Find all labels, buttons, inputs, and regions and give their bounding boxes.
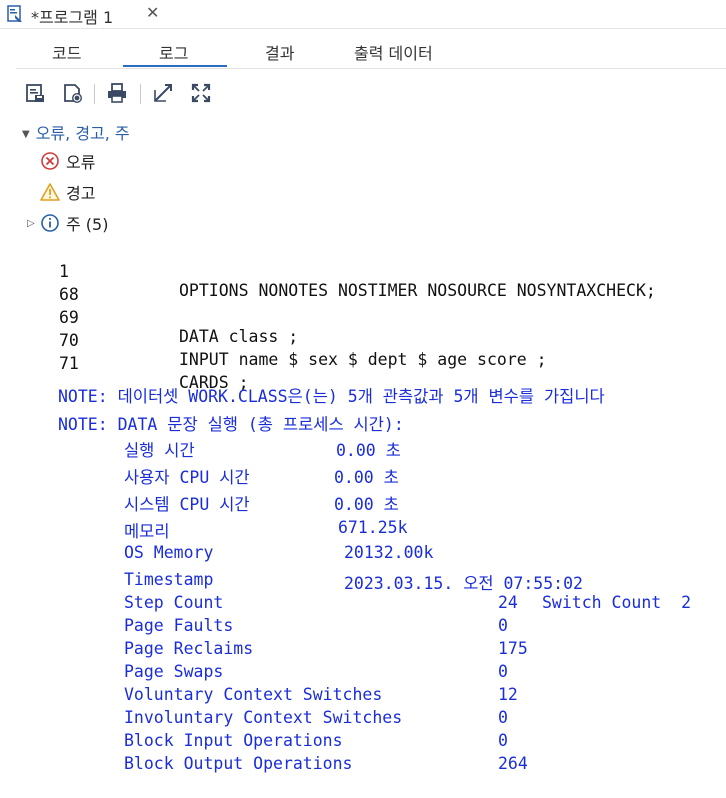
line-number: 1	[59, 262, 69, 281]
error-icon	[41, 152, 59, 170]
note-dataset-created: NOTE: 데이터셋 WORK.CLASS은(는) 5개 관측값과 5개 변수를…	[58, 387, 605, 406]
line-code: DATA class ;	[179, 327, 299, 346]
stat-value: 0	[498, 616, 508, 635]
tree-item-errors[interactable]: 오류	[40, 149, 95, 173]
document-tab-bar: *프로그램 1 ✕	[0, 0, 726, 29]
stat-label: 메모리	[124, 522, 170, 541]
stat-value: 0.00 초	[334, 468, 399, 487]
save-log-icon[interactable]	[24, 82, 46, 104]
tree-item-label: 오류	[66, 153, 96, 172]
tree-item-label: 주 (5)	[66, 215, 109, 234]
stat-extra: Switch Count 2	[542, 593, 692, 612]
stat-label: 사용자 CPU 시간	[124, 468, 250, 487]
tree-item-label: 경고	[66, 184, 96, 203]
messages-tree-header[interactable]: ▼ 오류, 경고, 주	[22, 120, 130, 144]
stat-label: 실행 시간	[124, 441, 195, 460]
stat-value: 0.00 초	[336, 441, 401, 460]
stat-label: Timestamp	[124, 570, 214, 589]
save-html-icon[interactable]	[62, 82, 84, 104]
line-number: 70	[59, 331, 79, 350]
tree-item-warnings[interactable]: 경고	[40, 180, 95, 204]
stat-value: 0	[498, 731, 508, 750]
tab-code[interactable]: 코드	[52, 40, 81, 64]
stat-label: Involuntary Context Switches	[124, 708, 403, 727]
stat-label: Page Reclaims	[124, 639, 254, 658]
print-icon[interactable]	[106, 82, 128, 104]
stat-value: 671.25k	[338, 518, 408, 537]
expand-caret-icon[interactable]: ▷	[27, 218, 35, 229]
stat-value: 0.00 초	[334, 495, 399, 514]
line-number: 69	[59, 308, 79, 327]
stat-value: 0	[498, 662, 508, 681]
stat-value: 20132.00k	[344, 543, 434, 562]
source-line: 71 CARDS ;	[0, 335, 249, 411]
stat-label: Block Input Operations	[124, 731, 343, 750]
toolbar-separator	[140, 84, 141, 104]
stat-label: Block Output Operations	[124, 754, 353, 773]
stat-label: Step Count	[124, 593, 224, 612]
log-output: 1 OPTIONS NONOTES NOSTIMER NOSOURCE NOSY…	[0, 0, 691, 798]
stat-value: 12	[498, 685, 518, 704]
stat-value: 2023.03.15. 오전 07:55:02	[344, 574, 583, 593]
tab-log[interactable]: 로그	[159, 40, 188, 64]
program-tab[interactable]: *프로그램 1 ✕	[0, 0, 172, 28]
stat-value: 0	[498, 708, 508, 727]
stat-label: OS Memory	[124, 543, 214, 562]
active-tab-indicator	[123, 65, 227, 67]
tab-output-data[interactable]: 출력 데이터	[354, 40, 433, 64]
messages-tree-label: 오류, 경고, 주	[35, 124, 130, 143]
line-code: OPTIONS NONOTES NOSTIMER NOSOURCE NOSYNT…	[179, 281, 656, 300]
collapse-caret-icon[interactable]: ▼	[22, 129, 30, 140]
view-tabs: 코드 로그 결과 출력 데이터	[16, 28, 726, 69]
open-external-icon[interactable]	[152, 82, 174, 104]
tree-item-notes[interactable]: ▷ 주 (5)	[27, 211, 109, 235]
line-number: 71	[59, 354, 79, 373]
stat-label: Page Swaps	[124, 662, 224, 681]
line-code: INPUT name $ sex $ dept $ age score ;	[179, 350, 547, 369]
note-data-step: NOTE: DATA 문장 실행 (총 프로세스 시간):	[58, 415, 404, 434]
log-toolbar	[24, 82, 324, 106]
tab-results[interactable]: 결과	[265, 40, 294, 64]
stat-label: Page Faults	[124, 616, 234, 635]
line-number: 68	[59, 285, 79, 304]
stat-value: 24	[498, 593, 518, 612]
stat-value: 264	[498, 754, 528, 773]
warning-icon	[40, 183, 60, 201]
program-tab-title: *프로그램 1	[31, 8, 114, 27]
toolbar-separator	[94, 84, 95, 104]
stat-label: 시스템 CPU 시간	[124, 495, 250, 514]
close-tab-icon[interactable]: ✕	[146, 3, 159, 22]
stat-label: Voluntary Context Switches	[124, 685, 383, 704]
info-icon	[41, 214, 59, 232]
stat-value: 175	[498, 639, 528, 658]
maximize-icon[interactable]	[190, 82, 212, 104]
